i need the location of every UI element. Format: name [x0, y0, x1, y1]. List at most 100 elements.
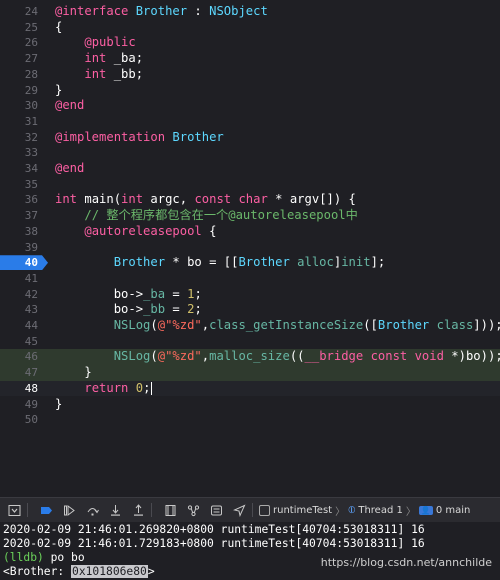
console-log-line: 2020-02-09 21:46:01.269820+0800 runtimeT… [3, 523, 425, 536]
code-token: bo-> [55, 286, 144, 301]
chevron-right-icon: 〉 [405, 506, 416, 518]
code-line[interactable]: 29} [0, 83, 500, 99]
code-line[interactable]: 26 @public [0, 35, 500, 51]
code-line[interactable]: 27 int _ba; [0, 51, 500, 67]
environment-overrides-icon[interactable] [207, 501, 225, 519]
line-number: 50 [24, 413, 38, 427]
thread-icon: ⦶ [348, 504, 356, 516]
code-line[interactable]: 28 int _bb; [0, 67, 500, 83]
code-line[interactable]: 42 bo->_ba = 1; [0, 287, 500, 303]
code-line[interactable]: 49} [0, 397, 500, 413]
code-line[interactable]: 44 NSLog(@"%zd",class_getInstanceSize([B… [0, 318, 500, 334]
object-address[interactable]: 0x101806e80 [71, 565, 148, 578]
code-token: _ba; [106, 51, 144, 66]
code-text: @end [55, 161, 84, 177]
hide-debug-area-icon[interactable] [5, 501, 23, 519]
code-text: bo->_bb = 2; [55, 302, 202, 318]
code-text: NSLog(@"%zd",malloc_size((__bridge const… [55, 349, 500, 365]
code-token: { [201, 223, 217, 238]
code-line[interactable]: 30 @end [0, 98, 500, 114]
breakpoint-marker[interactable]: 40 [0, 255, 48, 271]
code-token: argc, [143, 192, 195, 207]
code-line[interactable]: 43 bo->_bb = 2; [0, 302, 500, 318]
line-number: 31 [24, 114, 38, 128]
code-line[interactable]: 33 [0, 145, 500, 161]
code-line[interactable]: 48 return 0; [0, 380, 500, 397]
step-into-icon[interactable] [106, 501, 124, 519]
line-number: 30 [24, 99, 38, 113]
continue-icon[interactable] [60, 501, 78, 519]
breadcrumb: runtimeTest 〉 ⦶ Thread 1 〉 👤 0 main [259, 503, 470, 518]
code-token: int [55, 192, 78, 207]
code-text: @end [55, 98, 84, 114]
memory-graph-icon[interactable] [184, 501, 202, 519]
code-line[interactable]: 32 @implementation Brother [0, 130, 500, 146]
code-token: __bridge [304, 349, 364, 364]
code-token: const [370, 349, 408, 364]
code-line[interactable]: 31 [0, 114, 500, 130]
code-line[interactable]: 36 int main(int argc, const char * argv[]… [0, 192, 500, 208]
code-token: main( [84, 192, 122, 207]
line-number: 48 [24, 381, 38, 395]
breadcrumb-item-thread[interactable]: Thread 1 [358, 505, 403, 516]
code-line[interactable]: 24 @interface Brother : NSObject [0, 4, 500, 20]
lldb-command: po bo [43, 551, 85, 564]
code-text: @interface Brother : NSObject [55, 4, 268, 20]
step-out-icon[interactable] [129, 501, 147, 519]
code-token: * argv[]) { [267, 192, 356, 207]
code-token: ; [194, 286, 202, 301]
code-line[interactable]: 38 @autoreleasepool { [0, 224, 500, 240]
code-text: int _ba; [55, 51, 143, 67]
code-text: @public [55, 35, 135, 51]
code-token: = [165, 302, 188, 317]
code-editor[interactable]: 24 @interface Brother : NSObject 25 {26 @pu… [0, 0, 500, 490]
code-token: } [55, 365, 92, 380]
breadcrumb-item-frame[interactable]: 0 main [436, 505, 471, 516]
code-token: , [201, 318, 210, 332]
code-line[interactable]: 50 [0, 412, 500, 428]
code-token: @"%zd" [157, 318, 202, 332]
code-line[interactable]: 47 } [0, 365, 500, 381]
code-token: _bb [143, 302, 166, 317]
code-token: int [84, 66, 107, 81]
code-line[interactable]: 25 { [0, 20, 500, 36]
code-token: 0 [135, 380, 144, 395]
code-line[interactable]: 46 NSLog(@"%zd",malloc_size((__bridge co… [0, 349, 500, 366]
watermark: https://blog.csdn.net/annchilde [320, 556, 492, 569]
code-token: _ba [143, 286, 166, 301]
code-line[interactable]: 45 [0, 334, 500, 350]
code-token: alloc [297, 255, 334, 270]
code-token: @end [55, 98, 85, 113]
breakpoints-toggle-icon[interactable] [37, 501, 55, 519]
breadcrumb-item-target[interactable]: runtimeTest [273, 505, 332, 516]
code-token: _bb; [106, 66, 144, 81]
debug-console[interactable]: 2020-02-09 21:46:01.269820+0800 runtimeT… [0, 522, 500, 580]
code-text: NSLog(@"%zd",class_getInstanceSize([Brot… [55, 318, 500, 334]
code-token: NSLog [113, 318, 151, 332]
code-line[interactable]: 39 [0, 240, 500, 256]
code-token: , [201, 349, 210, 364]
code-token: ; [143, 380, 151, 395]
code-token: int [121, 192, 144, 207]
line-number: 44 [24, 319, 38, 332]
code-text: @autoreleasepool { [55, 224, 216, 240]
code-token: const [194, 192, 232, 207]
code-line[interactable]: 34 @end [0, 161, 500, 177]
line-number: 27 [24, 52, 38, 66]
code-line[interactable]: 41 [0, 271, 500, 287]
code-line[interactable]: 40 Brother * bo = [[Brother alloc]init]; [0, 255, 500, 271]
code-line[interactable]: 37 // 整个程序都包含在一个@autoreleasepool中 [0, 208, 500, 224]
code-line[interactable]: 35 [0, 177, 500, 193]
code-token: } [55, 82, 63, 97]
simulate-location-icon[interactable] [230, 501, 248, 519]
view-hierarchy-icon[interactable] [161, 501, 179, 519]
line-number: 32 [24, 130, 38, 144]
code-token: } [55, 396, 63, 411]
step-over-icon[interactable] [83, 501, 101, 519]
